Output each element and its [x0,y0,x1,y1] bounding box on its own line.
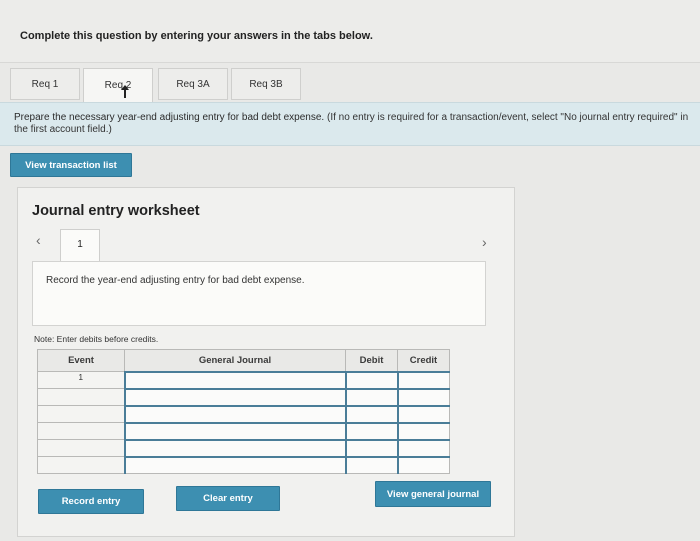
table-row [37,404,450,423]
debit-input[interactable] [344,421,398,440]
prompt-text: Prepare the necessary year-end adjusting… [14,112,694,136]
account-input[interactable] [123,387,346,406]
table-row [37,455,450,474]
mouse-cursor-icon [121,85,129,98]
debit-input[interactable] [344,438,398,457]
tab-req-1[interactable]: Req 1 [10,68,80,100]
record-entry-button[interactable]: Record entry [38,489,144,514]
prompt-bar: Prepare the necessary year-end adjusting… [0,102,700,146]
table-row: 1 [37,370,450,389]
credit-input[interactable] [396,387,450,406]
table-row [37,438,450,457]
table-row [37,387,450,406]
chevron-right-icon[interactable]: › [482,234,487,250]
credit-input[interactable] [396,438,450,457]
tab-req-2[interactable]: Req 2 [83,68,153,103]
record-instruction-box: Record the year-end adjusting entry for … [32,261,486,326]
credit-input[interactable] [396,404,450,423]
tab-req-3a[interactable]: Req 3A [158,68,228,100]
record-instruction-text: Record the year-end adjusting entry for … [46,275,305,286]
event-cell [37,405,125,423]
debit-input[interactable] [344,404,398,423]
account-input[interactable] [123,421,346,440]
event-cell [37,388,125,406]
clear-entry-button[interactable]: Clear entry [176,486,280,511]
prompt-main: Prepare the necessary year-end adjusting… [14,112,325,123]
view-transaction-list-button[interactable]: View transaction list [10,153,132,177]
chevron-left-icon[interactable]: ‹ [36,232,41,248]
account-input[interactable] [123,404,346,423]
journal-table: Event General Journal Debit Credit 1 [37,349,450,474]
debits-note: Note: Enter debits before credits. [34,334,159,344]
entry-tab-1[interactable]: 1 [60,229,100,262]
table-row [37,421,450,440]
debit-input[interactable] [344,370,398,389]
account-input[interactable] [123,370,346,389]
table-header-row: Event General Journal Debit Credit [37,349,450,372]
credit-input[interactable] [396,370,450,389]
credit-column-header: Credit [397,349,450,372]
debit-column-header: Debit [345,349,398,372]
instruction-text: Complete this question by entering your … [20,30,373,42]
general-journal-column-header: General Journal [124,349,346,372]
worksheet-title: Journal entry worksheet [32,203,200,219]
view-general-journal-button[interactable]: View general journal [375,481,491,507]
debit-input[interactable] [344,387,398,406]
account-input[interactable] [123,438,346,457]
event-cell [37,422,125,440]
event-cell [37,456,125,474]
debit-input[interactable] [344,455,398,474]
event-column-header: Event [37,349,125,372]
account-input[interactable] [123,455,346,474]
credit-input[interactable] [396,455,450,474]
tab-req-3b[interactable]: Req 3B [231,68,301,100]
credit-input[interactable] [396,421,450,440]
event-cell [37,439,125,457]
event-cell: 1 [37,371,125,389]
